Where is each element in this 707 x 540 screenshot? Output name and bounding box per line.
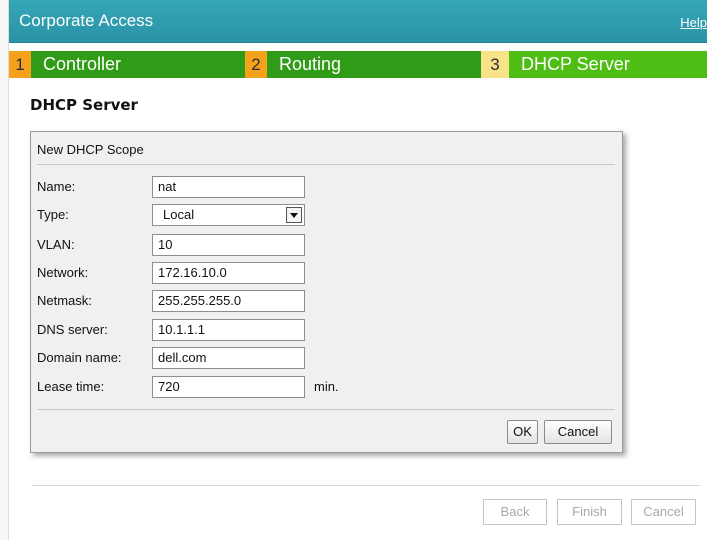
ok-button[interactable]: OK xyxy=(507,420,538,444)
step-number: 1 xyxy=(9,51,31,78)
name-row: Name: nat xyxy=(37,176,597,198)
title-bar: Corporate Access Help xyxy=(9,0,707,43)
wizard-cancel-button[interactable]: Cancel xyxy=(631,499,696,525)
dns-server-label: DNS server: xyxy=(37,322,108,337)
vlan-label: VLAN: xyxy=(37,237,75,252)
back-button[interactable]: Back xyxy=(483,499,547,525)
lease-time-unit: min. xyxy=(314,379,339,394)
wizard-steps: 1 Controller 2 Routing 3 DHCP Server xyxy=(9,51,707,78)
network-row: Network: 172.16.10.0 xyxy=(37,262,597,284)
lease-time-input[interactable]: 720 xyxy=(152,376,305,398)
step-dhcp-server[interactable]: 3 DHCP Server xyxy=(481,51,707,78)
vlan-row: VLAN: 10 xyxy=(37,234,597,256)
type-label: Type: xyxy=(37,207,69,222)
window-title: Corporate Access xyxy=(19,11,154,30)
dropdown-arrow-icon[interactable] xyxy=(286,207,302,223)
divider xyxy=(37,409,615,410)
footer-divider xyxy=(32,485,700,486)
domain-name-row: Domain name: dell.com xyxy=(37,347,597,369)
type-selected-value: Local xyxy=(163,207,195,222)
netmask-row: Netmask: 255.255.255.0 xyxy=(37,290,597,312)
lease-time-row: Lease time: 720 min. xyxy=(37,376,597,398)
step-label: DHCP Server xyxy=(521,54,630,74)
lease-time-label: Lease time: xyxy=(37,379,105,394)
domain-name-input[interactable]: dell.com xyxy=(152,347,305,369)
dialog-title: New DHCP Scope xyxy=(37,142,144,157)
new-dhcp-scope-dialog: New DHCP Scope Name: nat Type: Local VLA… xyxy=(30,131,623,453)
netmask-input[interactable]: 255.255.255.0 xyxy=(152,290,305,312)
dns-server-input[interactable]: 10.1.1.1 xyxy=(152,319,305,341)
name-input[interactable]: nat xyxy=(152,176,305,198)
step-controller[interactable]: 1 Controller xyxy=(9,51,245,78)
section-title: DHCP Server xyxy=(30,96,138,114)
step-label: Routing xyxy=(279,54,342,74)
type-row: Type: Local xyxy=(37,204,597,226)
type-select[interactable]: Local xyxy=(152,204,305,226)
dns-server-row: DNS server: 10.1.1.1 xyxy=(37,319,597,341)
vlan-input[interactable]: 10 xyxy=(152,234,305,256)
step-routing[interactable]: 2 Routing xyxy=(245,51,481,78)
left-window-edge xyxy=(0,0,9,540)
network-input[interactable]: 172.16.10.0 xyxy=(152,262,305,284)
step-number: 3 xyxy=(481,51,509,78)
netmask-label: Netmask: xyxy=(37,293,92,308)
finish-button[interactable]: Finish xyxy=(557,499,622,525)
cancel-button[interactable]: Cancel xyxy=(544,420,612,444)
domain-name-label: Domain name: xyxy=(37,350,122,365)
step-number: 2 xyxy=(245,51,267,78)
network-label: Network: xyxy=(37,265,89,280)
divider xyxy=(37,164,615,165)
help-link[interactable]: Help xyxy=(680,15,707,30)
name-label: Name: xyxy=(37,179,76,194)
step-label: Controller xyxy=(43,54,122,74)
